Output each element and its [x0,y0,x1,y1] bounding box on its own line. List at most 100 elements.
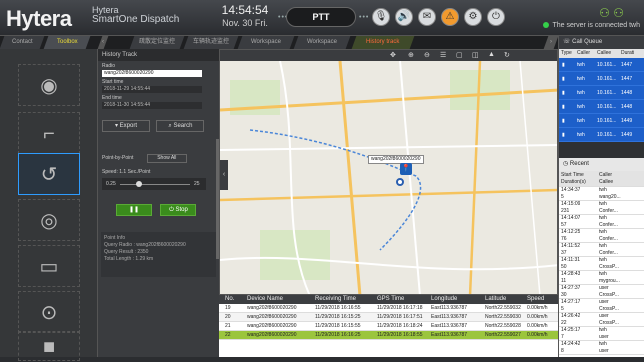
toolbox-target-tool[interactable]: ◎ [18,199,80,241]
pause-button[interactable]: ❚❚ [116,204,152,216]
search-button[interactable]: ⌕ Search [156,120,205,132]
track-point-icon[interactable] [396,178,404,186]
recent-row[interactable]: 14:11:52 twh 37 Confer... [559,243,644,257]
table-row[interactable]: 20 wang202f8600020290 11/29/2018 16:15:25 1… [219,313,558,322]
map-area-icon[interactable]: ◫ [472,51,479,59]
recent-row[interactable]: 14:28:43 twh 11 mygrou... [559,271,644,285]
speed-label: Speed: 1.1 Sec./Point [102,169,151,175]
tab-contact[interactable]: Contact [0,36,45,49]
end-time-input[interactable]: 2018-11-30 14:55:44 [102,102,202,109]
tab-toolbox[interactable]: Toolbox [43,36,91,49]
zoom-in-icon[interactable]: ⊕ [408,51,414,59]
recent-row[interactable]: 14:12:25 twh 76 Confer... [559,229,644,243]
tab-history-track[interactable]: History track [351,36,415,49]
map-measure-icon[interactable]: ▲ [488,51,495,58]
recent-row[interactable]: 14:11:31 twh 50 CrossP... [559,257,644,271]
clock-date: Nov. 30 Fri. [222,18,268,28]
table-cell: wang202f8600020290 [247,305,297,311]
tab-scroll-right[interactable]: › [543,36,559,49]
export-button[interactable]: ▾ Export [102,120,150,132]
search-label: Search [173,123,193,129]
point-info-title: Point Info [104,235,126,241]
recent-row[interactable]: 14:24:42 twh 8 user [559,341,644,355]
tab-4[interactable]: 车辆轨迹监控 [183,36,239,49]
toolbox-history-tool[interactable]: ↺ [18,153,80,195]
recent-row[interactable]: 14:27:17 user 5 CrossP... [559,299,644,313]
col-latitude: Latitude [485,296,507,302]
recent-cell: CrossP... [599,320,619,326]
call-queue-row[interactable]: ▮ twh 10.161... 1449 [559,128,644,142]
call-queue-row[interactable]: ▮ twh 10.161... 1447 [559,58,644,72]
call-queue-row[interactable]: ▮ twh 10.161... 1448 [559,86,644,100]
map-layers-icon[interactable]: ☰ [440,51,446,59]
device-marker-icon[interactable]: 📍 [400,163,412,175]
recent-row[interactable]: 14:25:17 twh 7 user [559,327,644,341]
target-icon: ◎ [40,210,58,232]
tab-workspace-1[interactable]: Workspace [237,36,295,49]
recent-row[interactable]: 14:14:07 twh 57 Confer... [559,215,644,229]
recent-cell: 14:14:07 [561,215,581,221]
toolbox-monitor-tool[interactable]: ▭ [18,245,80,287]
recent-cell: user [599,299,609,305]
collapse-panel-button[interactable]: ‹ [220,160,228,190]
emergency-button[interactable]: ⚠ [441,8,459,26]
stop-button[interactable]: ⏻ Stop [160,204,197,216]
table-cell: North22.559030 [485,314,521,320]
map-refresh-icon[interactable]: ↻ [504,51,510,59]
call-queue-row[interactable]: ▮ twh 10.161... 1449 [559,114,644,128]
call-queue-cell: 10.161... [597,62,617,68]
toolbox-location-tool[interactable]: ⊙ [18,291,80,333]
map-view[interactable]: ✥ ⊕ ⊖ ☰ ▢ ◫ ▲ ↻ wang202f8600020290 📍 ‹ [219,49,558,295]
users-icon[interactable]: ⚇ ⚇ [599,6,624,20]
table-cell: 11/29/2018 16:15:25 [315,314,361,320]
settings-button[interactable]: ⚙ [464,8,482,26]
mic-button[interactable]: 🎙 [372,8,390,26]
recent-cell: 5 [561,306,564,312]
speed-thumb[interactable] [136,181,142,187]
end-time-label: End time [102,95,122,101]
call-queue-row[interactable]: ▮ twh 10.161... 1447 [559,72,644,86]
table-row[interactable]: 22 wang202f8600020290 11/29/2018 16:16:25 1… [219,331,558,340]
recent-cell: CrossP... [599,264,619,270]
total-length: Total Length : 1.29 km [104,256,154,262]
tab-workspace-1-label: Workspace [251,39,281,45]
col-device-name: Device Name [247,296,284,302]
table-cell: 0.00km/h [527,305,548,311]
recent-row[interactable]: 14:15:09 twh 231 Confer... [559,201,644,215]
message-button[interactable]: ✉ [418,8,436,26]
tab-3-label: 疏散定位监控 [138,39,175,45]
tab-3[interactable]: 疏散定位监控 [129,36,185,49]
table-row[interactable]: 19 wang202f8600020290 11/29/2018 16:16:55 1… [219,304,558,313]
show-all-button[interactable]: Show All [146,154,187,163]
recent-cell: Confer... [599,222,618,228]
map-select-icon[interactable]: ▢ [456,51,463,59]
table-cell: wang202f8600020290 [247,314,297,320]
top-bar: Hytera Hytera SmartOne Dispatch 14:54:54… [0,0,644,36]
table-cell: 11/29/2018 16:17:18 [377,305,423,311]
device-popup: wang202f8600020290 [368,155,424,164]
map-pan-icon[interactable]: ✥ [390,51,396,59]
recent-row[interactable]: 14:34:37 twh 5 wang20... [559,187,644,201]
call-queue-row[interactable]: ▮ twh 10.161... 1448 [559,100,644,114]
table-cell: North22.559027 [485,332,521,338]
call-queue-cell: 1447 [621,62,633,68]
recent-col-callee: Callee [599,179,614,185]
call-queue-columns: Type Caller Callee Durati [559,49,644,58]
zoom-out-icon[interactable]: ⊖ [424,51,430,59]
call-queue-cell: twh [577,76,585,82]
recent-row[interactable]: 14:26:42 user 22 CrossP... [559,313,644,327]
start-time-input[interactable]: 2018-11-29 14:55:44 [102,86,202,93]
power-button[interactable]: ⏻ [487,8,505,26]
recent-row[interactable]: 14:27:37 user 30 CrossP... [559,285,644,299]
toolbox-gps-tool[interactable]: ◉ [18,64,80,106]
table-row[interactable]: 21 wang202f8600020290 11/29/2018 16:15:55 1… [219,322,558,331]
speed-slider[interactable]: 0.25 25 [102,178,206,190]
speaker-button[interactable]: 🔊 [395,8,413,26]
radio-input[interactable]: wang202f8600020290 [102,70,202,77]
tab-workspace-2[interactable]: Workspace [293,36,351,49]
tab-scroll-left[interactable]: ‹ [97,36,109,49]
ptt-button[interactable]: PTT [286,7,356,27]
recent-cell: twh [599,229,607,235]
toolbox-camera-tool[interactable]: ⌐ [18,112,80,154]
recent-cell: 14:11:52 [561,243,581,249]
